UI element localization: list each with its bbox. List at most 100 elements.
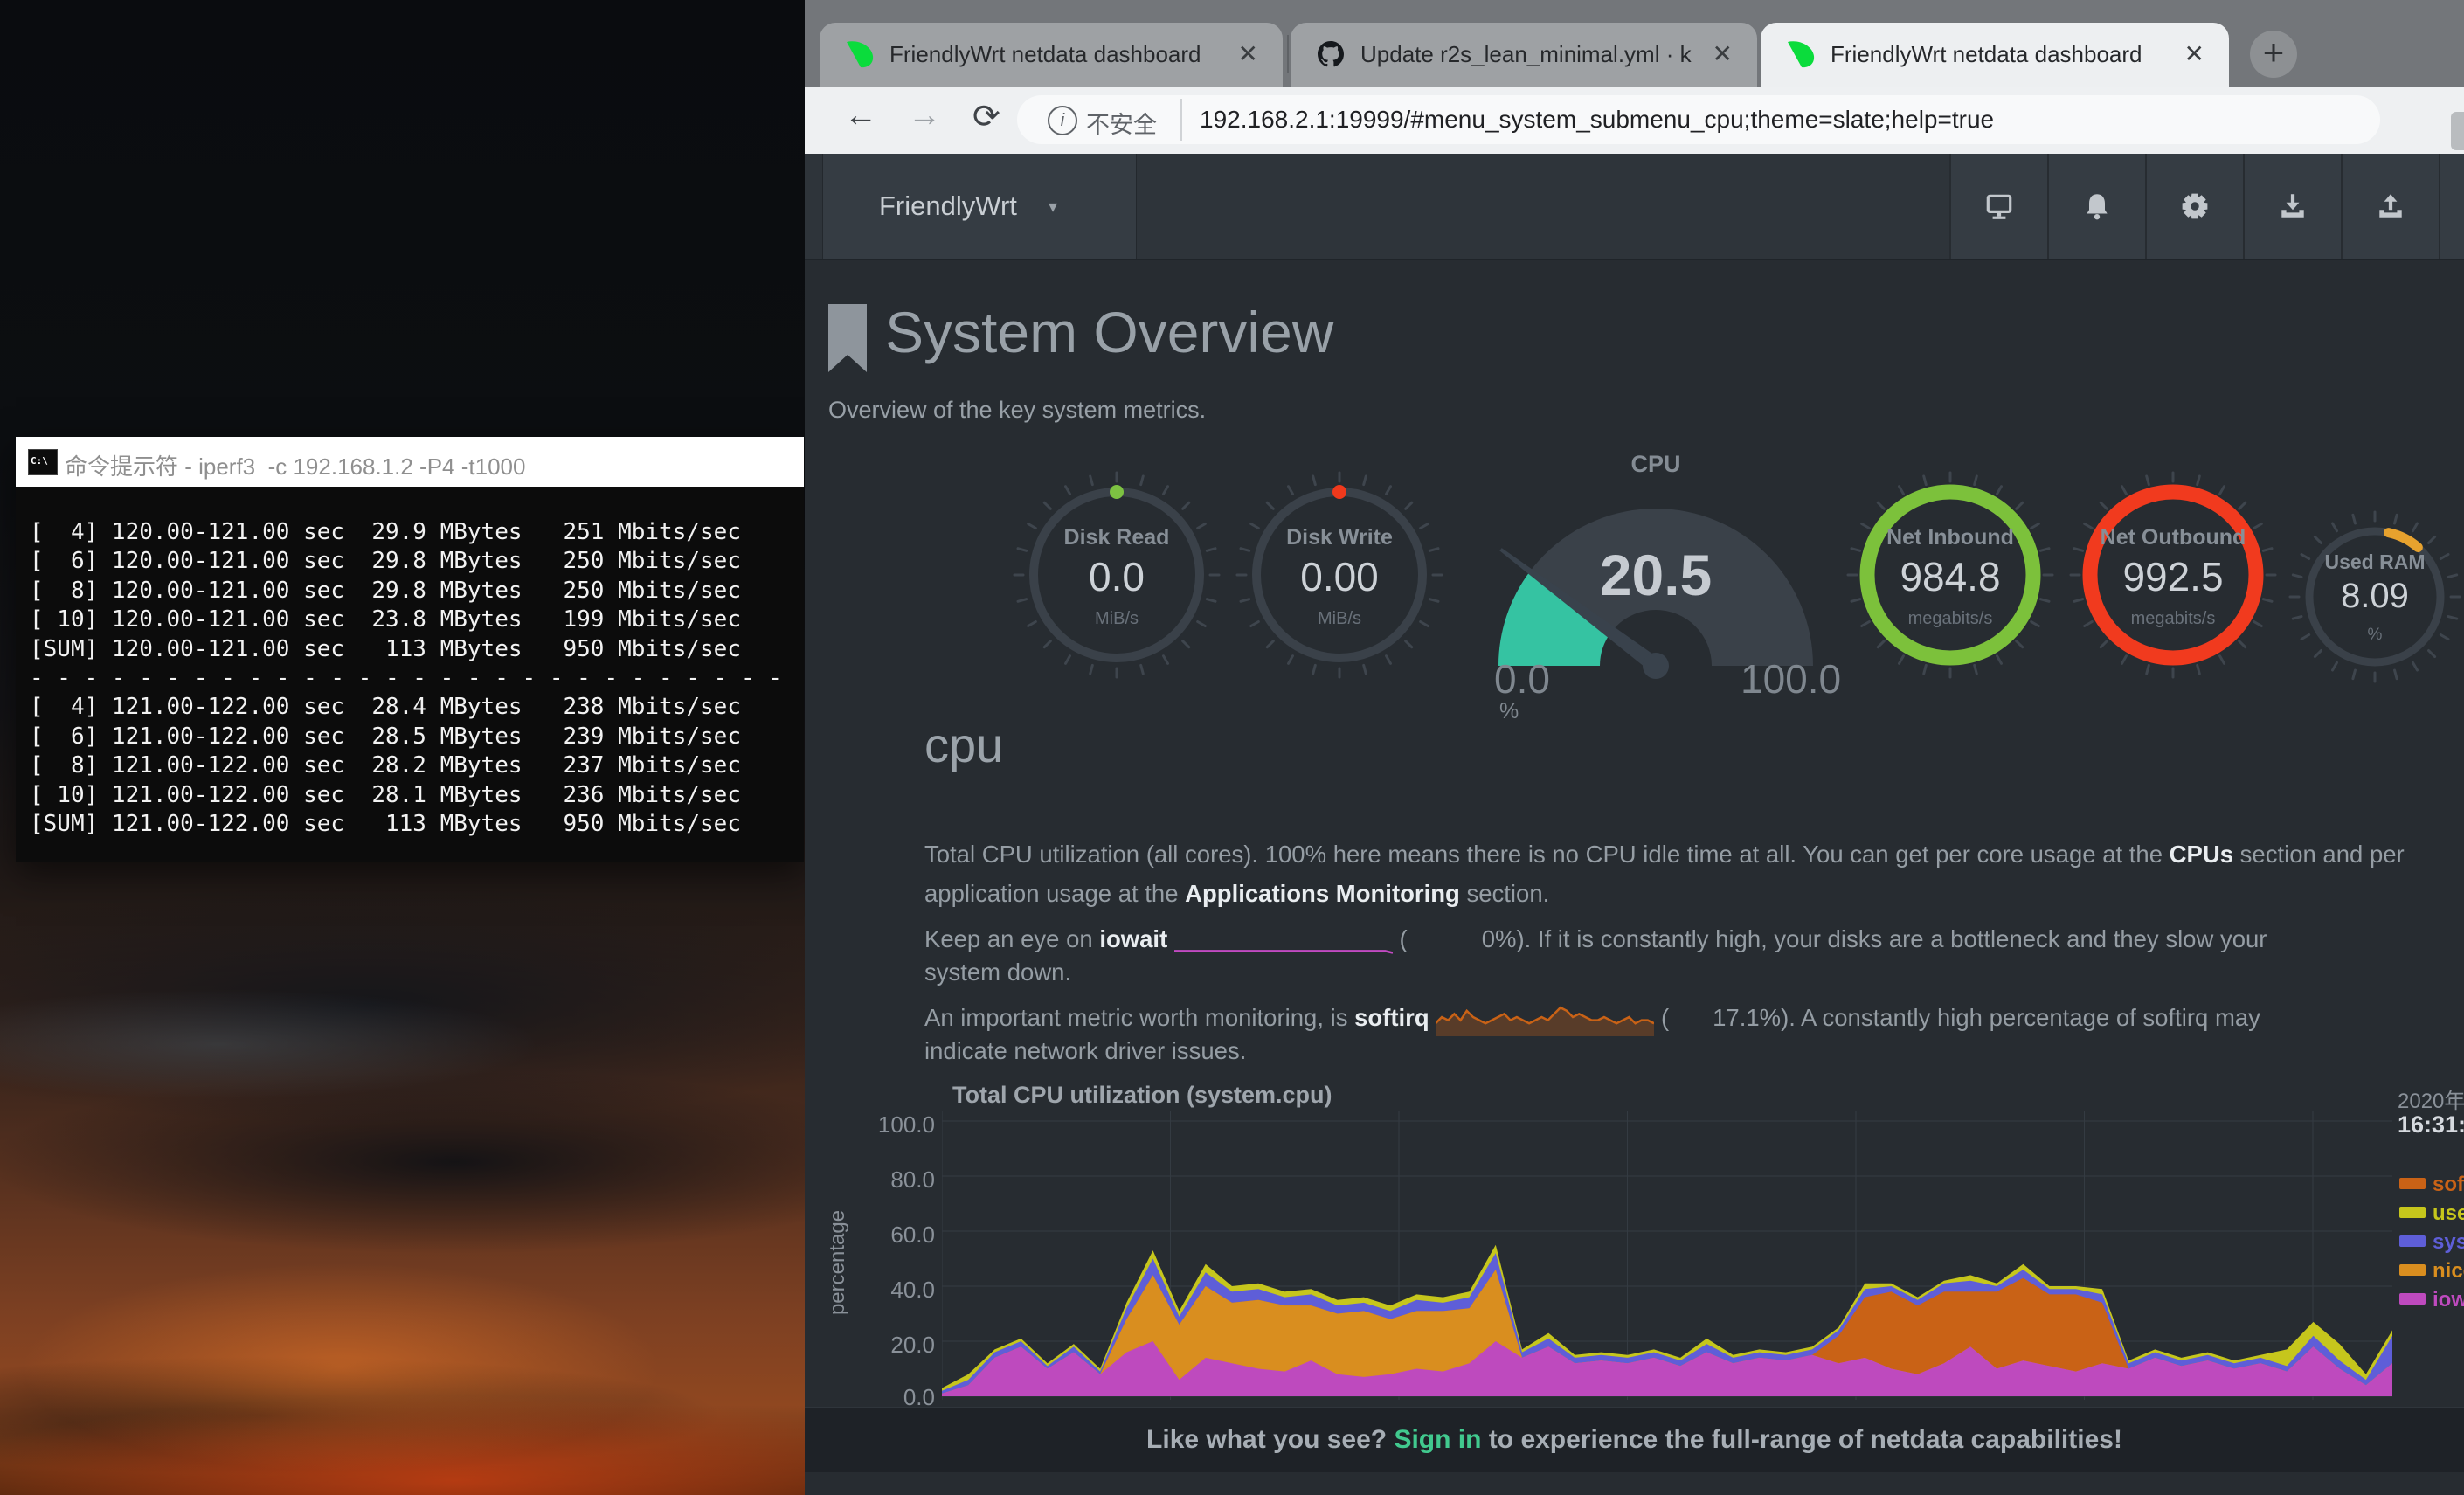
gauge-used-ram[interactable]: Used RAM 8.09 % [2283, 505, 2464, 689]
gauge-disk-write[interactable]: Disk Write 0.00 MiB/s [1230, 466, 1449, 684]
monitor-icon [1983, 190, 2015, 222]
netdata-page: FriendlyWrt ▾ [805, 154, 2464, 1495]
chart-date-label: 2020年3 [2398, 1083, 2464, 1114]
cpu-paragraph-line: Total CPU utilization (all cores). 100% … [924, 841, 2464, 869]
tab-title: FriendlyWrt netdata dashboard [889, 41, 1222, 68]
tab-close-icon[interactable]: ✕ [1713, 39, 1733, 68]
legend-swatch [2399, 1178, 2426, 1189]
gauge-title: Disk Read [1007, 525, 1226, 550]
terminal-titlebar[interactable]: C:\ 命令提示符 - iperf3 -c 192.168.1.2 -P4 -t… [16, 437, 804, 488]
softirq-label: softirq [1354, 1004, 1429, 1031]
legend-item-system[interactable]: system [2399, 1230, 2464, 1255]
gauge-units: megabits/s [1841, 609, 2059, 629]
gauge-net-inbound[interactable]: Net Inbound 984.8 megabits/s [1841, 466, 2059, 684]
y-tick: 80.0 [865, 1166, 935, 1194]
gauge-title: Disk Write [1230, 525, 1449, 550]
tab-netdata-2-active[interactable]: FriendlyWrt netdata dashboard ✕ [1761, 23, 2229, 87]
omnibox-separator [1180, 99, 1182, 141]
tab-title: Update r2s_lean_minimal.yml · k [1360, 41, 1692, 68]
cpu-paragraph-line: An important metric worth monitoring, is… [924, 998, 2464, 1036]
terminal-line: [ 8] 120.00-121.00 sec 29.8 MBytes 250 M… [30, 577, 782, 606]
site-info-icon[interactable]: i [1048, 106, 1077, 135]
legend-item-softirq[interactable]: softirq [2399, 1173, 2464, 1197]
gauge-units: megabits/s [2064, 609, 2282, 629]
bell-icon [2081, 190, 2113, 222]
alarms-button[interactable] [2047, 154, 2145, 259]
gauge-value: 8.09 [2283, 577, 2464, 616]
cpu-paragraph-line: system down. [924, 959, 2464, 986]
gauge-units: MiB/s [1230, 609, 1449, 629]
softirq-percent: 17.1% [1713, 1004, 1781, 1031]
tab-strip: FriendlyWrt netdata dashboard ✕ Update r… [805, 0, 2464, 87]
cpu-paragraph-line: indicate network driver issues. [924, 1037, 2464, 1065]
host-dropdown[interactable]: FriendlyWrt ▾ [822, 154, 1137, 259]
tab-github[interactable]: Update r2s_lean_minimal.yml · k ✕ [1291, 23, 1757, 87]
gauge-title: Net Outbound [2064, 525, 2282, 550]
softirq-sparkline [1436, 998, 1654, 1036]
tab-close-icon[interactable]: ✕ [1238, 39, 1258, 68]
cpus-link[interactable]: CPUs [2170, 841, 2233, 868]
navbar-partial-button[interactable] [2439, 154, 2464, 259]
export-snapshot-button[interactable] [2341, 154, 2439, 259]
cpu-utilization-chart[interactable] [942, 1111, 2392, 1400]
gauge-disk-read[interactable]: Disk Read 0.0 MiB/s [1007, 466, 1226, 684]
page-subtitle: Overview of the key system metrics. [828, 397, 1206, 424]
toolbar-edge-button[interactable] [2451, 112, 2464, 150]
host-name: FriendlyWrt [879, 190, 1017, 222]
iowait-label: iowait [1099, 925, 1167, 952]
cpu-paragraph-line: application usage at the Applications Mo… [924, 880, 2464, 908]
security-label: 不安全 [1086, 106, 1157, 140]
gauge-title: Net Inbound [1841, 525, 2059, 550]
y-tick: 60.0 [865, 1222, 935, 1249]
cpu-gauge-title: CPU [1468, 451, 1844, 478]
settings-button[interactable] [2145, 154, 2243, 259]
bookmark-icon [828, 304, 867, 372]
gauge-net-outbound[interactable]: Net Outbound 992.5 megabits/s [2064, 466, 2282, 684]
download-icon [2277, 190, 2308, 222]
terminal-separator-line: - - - - - - - - - - - - - - - - - - - - … [30, 664, 782, 693]
upload-icon [2375, 190, 2406, 222]
applications-monitoring-link[interactable]: Applications Monitoring [1185, 880, 1460, 907]
legend-item-user[interactable]: user [2399, 1201, 2464, 1226]
legend-item-nice[interactable]: nice [2399, 1259, 2464, 1284]
chart-time-label: 16:31:2 [2398, 1111, 2464, 1139]
tab-title: FriendlyWrt netdata dashboard [1831, 41, 2163, 68]
chart-title: Total CPU utilization (system.cpu) [952, 1082, 1332, 1109]
iowait-sparkline [1174, 919, 1393, 958]
tab-close-icon[interactable]: ✕ [2184, 39, 2204, 68]
cpu-gauge-value: 20.5 [1468, 542, 1844, 608]
terminal-line: [SUM] 121.00-122.00 sec 113 MBytes 950 M… [30, 810, 782, 839]
cpu-gauge-max: 100.0 [1741, 655, 1841, 703]
reload-button[interactable]: ⟳ [972, 97, 1000, 136]
chevron-down-icon: ▾ [1049, 196, 1057, 218]
legend-swatch [2399, 1207, 2426, 1218]
y-tick: 40.0 [865, 1277, 935, 1304]
gear-icon [2179, 190, 2211, 222]
tab-netdata-1[interactable]: FriendlyWrt netdata dashboard ✕ [820, 23, 1283, 87]
github-favicon-icon [1315, 38, 1346, 70]
gauge-value: 0.00 [1230, 553, 1449, 600]
y-tick: 20.0 [865, 1332, 935, 1359]
new-tab-button[interactable]: + [2250, 31, 2297, 78]
terminal-line: [ 10] 120.00-121.00 sec 23.8 MBytes 199 … [30, 606, 782, 634]
browser-toolbar: ← → ⟳ i 不安全 192.168.2.1:19999/#menu_syst… [805, 87, 2464, 155]
terminal-line: [ 4] 121.00-122.00 sec 28.4 MBytes 238 M… [30, 693, 782, 722]
import-snapshot-button[interactable] [2243, 154, 2341, 259]
gauge-cpu[interactable]: CPU 20.5 0.0 % 100.0 [1468, 447, 1844, 727]
page-title: System Overview [885, 299, 1333, 365]
legend-swatch [2399, 1264, 2426, 1276]
cmd-icon: C:\ [28, 449, 58, 475]
legend-swatch [2399, 1293, 2426, 1305]
url-text: 192.168.2.1:19999/#menu_system_submenu_c… [1200, 106, 1994, 134]
netdata-favicon-icon [844, 38, 876, 70]
terminal-line: [ 10] 121.00-122.00 sec 28.1 MBytes 236 … [30, 781, 782, 810]
back-button[interactable]: ← [844, 97, 877, 135]
legend-item-iowait[interactable]: iowait [2399, 1288, 2464, 1312]
terminal-title: 命令提示符 - iperf3 -c 192.168.1.2 -P4 -t1000 [65, 449, 525, 481]
cpu-paragraph-line: Keep an eye on iowait (0%). If it is con… [924, 919, 2464, 958]
signin-link[interactable]: Sign in [1394, 1425, 1481, 1454]
print-dashboard-button[interactable] [1949, 154, 2047, 259]
legend-swatch [2399, 1235, 2426, 1247]
signin-text: Like what you see? Sign in to experience… [805, 1425, 2464, 1455]
forward-button[interactable]: → [908, 97, 941, 135]
